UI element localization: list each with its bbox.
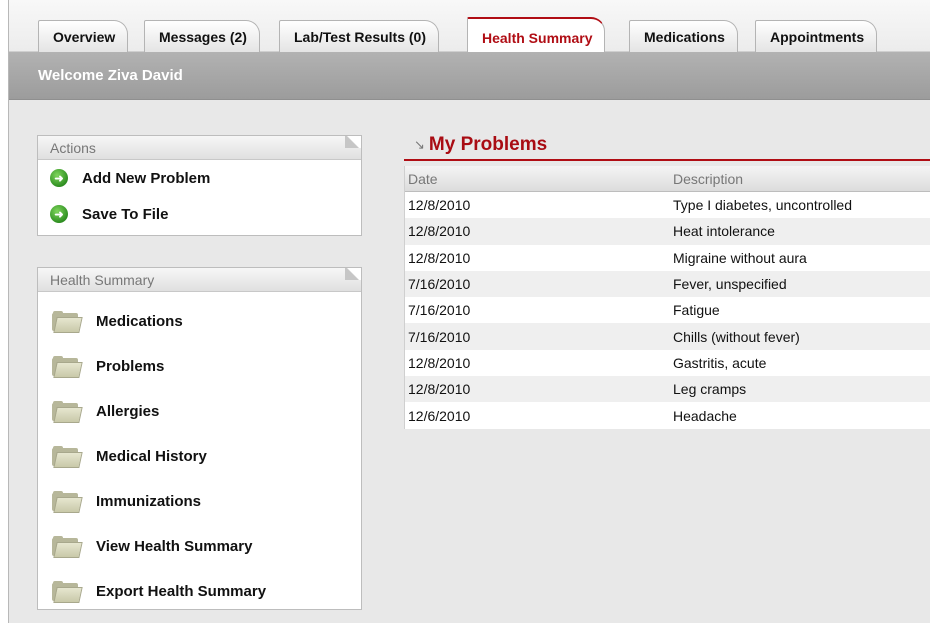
tab-messages[interactable]: Messages (2) <box>144 20 260 52</box>
table-row[interactable]: 12/8/2010 Leg cramps <box>405 376 930 403</box>
description-cell: Gastritis, acute <box>673 354 767 371</box>
app-frame: Overview Messages (2) Lab/Test Results (… <box>8 0 930 623</box>
welcome-bar: Welcome Ziva David <box>9 52 930 100</box>
column-header-description[interactable]: Description <box>673 171 930 187</box>
health-summary-panel: Health Summary Medications Problems Alle… <box>37 267 362 610</box>
welcome-text: Welcome Ziva David <box>38 67 183 84</box>
problems-title: My Problems <box>428 134 548 155</box>
date-cell: 7/16/2010 <box>408 276 471 293</box>
go-arrow-icon: ➜ <box>50 169 68 187</box>
date-cell: 12/6/2010 <box>408 407 471 424</box>
table-row[interactable]: 7/16/2010 Fatigue <box>405 297 930 324</box>
problems-table: Date Description 12/8/2010 Type I diabete… <box>404 166 930 429</box>
description-cell: Leg cramps <box>673 381 747 398</box>
collapse-arrow-icon[interactable]: ↘ <box>414 137 425 153</box>
description-cell: Migraine without aura <box>673 249 807 266</box>
table-row[interactable]: 7/16/2010 Fever, unspecified <box>405 270 930 298</box>
sidebar-item-label: View Health Summary <box>96 538 253 555</box>
sidebar-item-label: Medications <box>96 313 183 330</box>
date-cell: 12/8/2010 <box>408 354 471 371</box>
date-cell: 12/8/2010 <box>408 223 471 240</box>
date-cell: 12/8/2010 <box>408 381 471 398</box>
add-new-problem-button[interactable]: ➜ Add New Problem <box>38 160 361 196</box>
tab-health-summary[interactable]: Health Summary <box>467 17 606 52</box>
description-cell: Chills (without fever) <box>673 328 800 345</box>
table-body: 12/8/2010 Type I diabetes, uncontrolled 1… <box>405 192 930 429</box>
table-header: Date Description <box>405 166 930 192</box>
actions-panel-header: Actions <box>38 136 361 160</box>
sidebar-item-view-health-summary[interactable]: View Health Summary <box>38 524 361 569</box>
folder-icon <box>52 400 83 423</box>
tab-overview[interactable]: Overview <box>38 20 129 52</box>
sidebar-item-label: Medical History <box>96 448 207 465</box>
folder-icon <box>52 580 83 603</box>
tab-lab-test-results[interactable]: Lab/Test Results (0) <box>279 20 439 52</box>
health-summary-panel-title: Health Summary <box>50 272 155 288</box>
table-row[interactable]: 12/8/2010 Type I diabetes, uncontrolled <box>405 192 930 219</box>
column-header-date[interactable]: Date <box>405 171 673 187</box>
description-cell: Headache <box>673 407 737 424</box>
health-summary-panel-header: Health Summary <box>38 268 361 292</box>
description-cell: Type I diabetes, uncontrolled <box>673 197 853 214</box>
description-cell: Heat intolerance <box>673 223 775 240</box>
folder-icon <box>52 310 83 333</box>
date-cell: 7/16/2010 <box>408 302 471 319</box>
table-row[interactable]: 12/8/2010 Migraine without aura <box>405 244 930 271</box>
tab-appointments[interactable]: Appointments <box>755 20 878 52</box>
sidebar-item-export-health-summary[interactable]: Export Health Summary <box>38 569 361 614</box>
folder-icon <box>52 355 83 378</box>
sidebar-item-medical-history[interactable]: Medical History <box>38 434 361 479</box>
panel-corner-icon <box>345 268 361 280</box>
tab-medications[interactable]: Medications <box>629 20 738 52</box>
date-cell: 12/8/2010 <box>408 197 471 214</box>
date-cell: 7/16/2010 <box>408 328 471 345</box>
table-row[interactable]: 12/6/2010 Headache <box>405 402 930 429</box>
folder-icon <box>52 490 83 513</box>
problems-heading[interactable]: ↘ My Problems <box>414 134 547 156</box>
sidebar-item-label: Immunizations <box>96 493 202 510</box>
sidebar-item-label: Export Health Summary <box>96 583 267 600</box>
sidebar-item-label: Problems <box>96 358 165 375</box>
actions-panel: Actions ➜ Add New Problem ➜ Save To File <box>37 135 362 236</box>
save-to-file-label: Save To File <box>82 205 169 223</box>
sidebar-item-label: Allergies <box>96 403 160 420</box>
actions-panel-title: Actions <box>50 140 96 156</box>
save-to-file-button[interactable]: ➜ Save To File <box>38 196 361 232</box>
table-row[interactable]: 12/8/2010 Gastritis, acute <box>405 349 930 377</box>
tab-bar: Overview Messages (2) Lab/Test Results (… <box>9 0 930 52</box>
table-row[interactable]: 12/8/2010 Heat intolerance <box>405 218 930 245</box>
sidebar-item-immunizations[interactable]: Immunizations <box>38 479 361 524</box>
sidebar-item-problems[interactable]: Problems <box>38 344 361 389</box>
sidebar-item-allergies[interactable]: Allergies <box>38 389 361 434</box>
folder-icon <box>52 445 83 468</box>
add-new-problem-label: Add New Problem <box>82 169 211 187</box>
panel-corner-icon <box>345 136 361 148</box>
go-arrow-icon: ➜ <box>50 205 68 223</box>
sidebar-item-medications[interactable]: Medications <box>38 299 361 344</box>
description-cell: Fatigue <box>673 302 720 319</box>
description-cell: Fever, unspecified <box>673 276 787 293</box>
table-row[interactable]: 7/16/2010 Chills (without fever) <box>405 323 930 350</box>
problems-divider <box>404 159 930 161</box>
folder-icon <box>52 535 83 558</box>
date-cell: 12/8/2010 <box>408 249 471 266</box>
